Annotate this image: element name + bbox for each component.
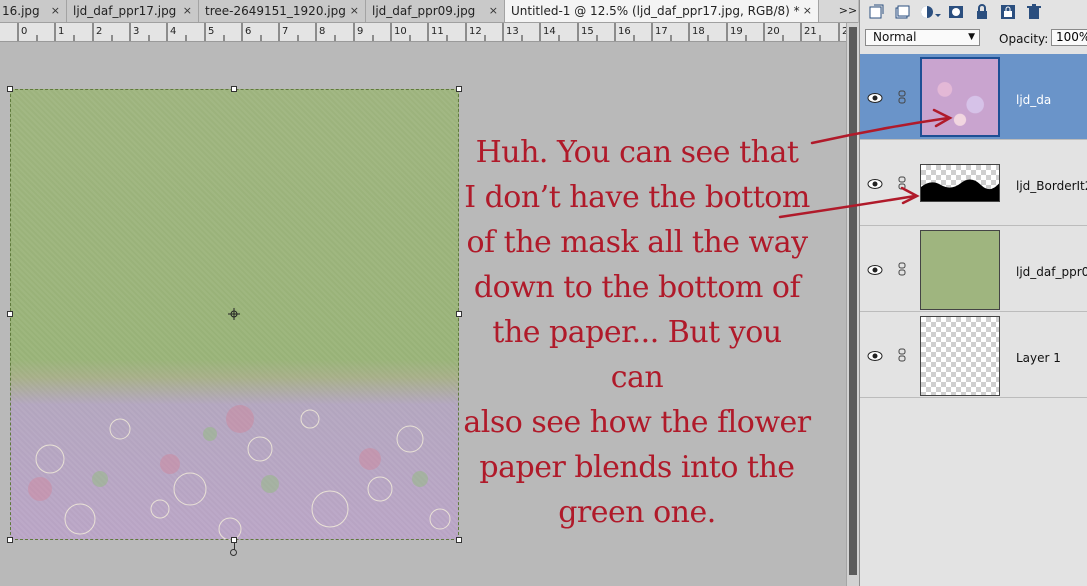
- transform-handle-top-right[interactable]: [456, 86, 462, 92]
- chevron-down-icon: ▼: [968, 32, 975, 42]
- close-icon[interactable]: ×: [350, 0, 359, 22]
- annotation-line: down to the bottom of: [473, 270, 801, 305]
- ruler-number: 8: [319, 26, 326, 37]
- ruler-number: 0: [21, 26, 28, 37]
- link-icon[interactable]: [897, 176, 907, 190]
- lock-icon[interactable]: [974, 4, 990, 20]
- ruler-number: 17: [655, 26, 668, 37]
- ruler-number: 1: [58, 26, 65, 37]
- transform-handle-top[interactable]: [231, 86, 237, 92]
- tab-label: ljd_daf_ppr17.jpg: [73, 4, 177, 18]
- ruler-number: 5: [208, 26, 215, 37]
- scrollbar-thumb[interactable]: [849, 27, 857, 575]
- tab-16-jpg[interactable]: 16.jpg ×: [0, 0, 67, 22]
- ruler-number: 6: [245, 26, 252, 37]
- ruler-number: 11: [431, 26, 444, 37]
- ruler-number: 13: [506, 26, 519, 37]
- close-icon[interactable]: ×: [51, 0, 60, 22]
- eye-icon[interactable]: [867, 92, 883, 104]
- ruler-number: 7: [282, 26, 289, 37]
- delete-layer-icon[interactable]: [1026, 4, 1042, 20]
- annotation-line: I don’t have the bottom: [464, 180, 810, 215]
- layer-name[interactable]: ljd_da: [1016, 93, 1051, 107]
- annotation-line: of the mask all the way: [466, 225, 808, 260]
- lock-all-icon[interactable]: [1000, 4, 1016, 20]
- transform-handle-bottom-right[interactable]: [456, 537, 462, 543]
- eye-icon[interactable]: [867, 178, 883, 190]
- tab-ljd-daf-ppr09[interactable]: ljd_daf_ppr09.jpg ×: [366, 0, 505, 22]
- layer-name[interactable]: ljd_BorderIt2: [1016, 179, 1087, 193]
- layer-thumbnail-transparent[interactable]: [920, 316, 1000, 396]
- ruler-number: 12: [469, 26, 482, 37]
- layers-toolbar: [860, 0, 1087, 24]
- tab-tree-2649151[interactable]: tree-2649151_1920.jpg ×: [199, 0, 366, 22]
- eye-icon[interactable]: [867, 264, 883, 276]
- layer-thumbnail-green-paper[interactable]: [920, 230, 1000, 310]
- layer-row[interactable]: ljd_BorderIt2: [860, 140, 1087, 226]
- ruler-number: 20: [767, 26, 780, 37]
- ruler-number: 2: [96, 26, 103, 37]
- transform-handle-top-left[interactable]: [7, 86, 13, 92]
- layer-mask-icon[interactable]: [948, 4, 964, 20]
- ruler-number: 16: [618, 26, 631, 37]
- ruler-number: 3: [133, 26, 140, 37]
- ruler-number: 18: [692, 26, 705, 37]
- blend-mode-dropdown[interactable]: Normal ▼: [865, 29, 980, 46]
- ruler-number: 14: [543, 26, 556, 37]
- transform-handle-bottom-left[interactable]: [7, 537, 13, 543]
- ruler-number: 19: [730, 26, 743, 37]
- layer-thumbnail-flower-paper[interactable]: [920, 57, 1000, 137]
- ruler-number: 9: [357, 26, 364, 37]
- horizontal-ruler: 01234567891011121314151617181920212: [0, 23, 846, 42]
- link-icon[interactable]: [897, 348, 907, 362]
- rotate-handle[interactable]: [230, 549, 237, 556]
- close-icon[interactable]: ×: [183, 0, 192, 22]
- vertical-scrollbar[interactable]: [846, 23, 859, 586]
- annotation-line: paper blends into the: [479, 450, 795, 485]
- eye-icon[interactable]: [867, 350, 883, 362]
- tab-label: tree-2649151_1920.jpg: [205, 4, 346, 18]
- ruler-ticks: [17, 23, 840, 41]
- reference-point-icon[interactable]: [228, 308, 240, 320]
- layer-row[interactable]: Layer 1: [860, 312, 1087, 398]
- close-icon[interactable]: ×: [489, 0, 498, 22]
- mask-shape: [921, 179, 999, 201]
- opacity-field[interactable]: 100%: [1051, 29, 1087, 46]
- layer-row[interactable]: ljd_daf_ppr0: [860, 226, 1087, 312]
- annotation-text: Huh. You can see that I don’t have the b…: [462, 130, 812, 535]
- ruler-number: 15: [581, 26, 594, 37]
- ruler-number: 4: [170, 26, 177, 37]
- ruler-number: 21: [804, 26, 817, 37]
- annotation-line: the paper... But you can: [492, 315, 782, 395]
- tab-label: Untitled-1 @ 12.5% (ljd_daf_ppr17.jpg, R…: [511, 4, 800, 18]
- tab-label: 16.jpg: [2, 4, 40, 18]
- link-icon[interactable]: [897, 262, 907, 276]
- adjustment-layer-icon[interactable]: [920, 4, 942, 20]
- layer-row[interactable]: ljd_da: [860, 54, 1087, 140]
- close-icon[interactable]: ×: [803, 0, 812, 22]
- annotation-line: Huh. You can see that: [475, 135, 799, 170]
- document-tab-bar: 16.jpg × ljd_daf_ppr17.jpg × tree-264915…: [0, 0, 858, 23]
- layer-name[interactable]: ljd_daf_ppr0: [1016, 265, 1087, 279]
- layer-thumbnail-mask[interactable]: [920, 164, 1000, 202]
- new-layer-icon[interactable]: [868, 4, 884, 20]
- annotation-line: also see how the flower: [463, 405, 811, 440]
- opacity-label: Opacity:: [999, 32, 1049, 46]
- tab-overflow-button[interactable]: >>: [838, 0, 858, 22]
- layer-name[interactable]: Layer 1: [1016, 351, 1061, 365]
- layer-options-row: Normal ▼ Opacity: 100%: [860, 26, 1087, 52]
- ruler-number: 10: [394, 26, 407, 37]
- tab-label: ljd_daf_ppr09.jpg: [372, 4, 476, 18]
- annotation-line: green one.: [558, 495, 716, 530]
- link-icon[interactable]: [897, 90, 907, 104]
- transform-handle-left[interactable]: [7, 311, 13, 317]
- new-group-icon[interactable]: [894, 4, 910, 20]
- layers-panel: Normal ▼ Opacity: 100% ljd_da ljd_Border…: [859, 0, 1087, 586]
- tab-untitled-1[interactable]: Untitled-1 @ 12.5% (ljd_daf_ppr17.jpg, R…: [505, 0, 819, 22]
- tab-ljd-daf-ppr17[interactable]: ljd_daf_ppr17.jpg ×: [67, 0, 199, 22]
- blend-mode-value: Normal: [873, 30, 917, 44]
